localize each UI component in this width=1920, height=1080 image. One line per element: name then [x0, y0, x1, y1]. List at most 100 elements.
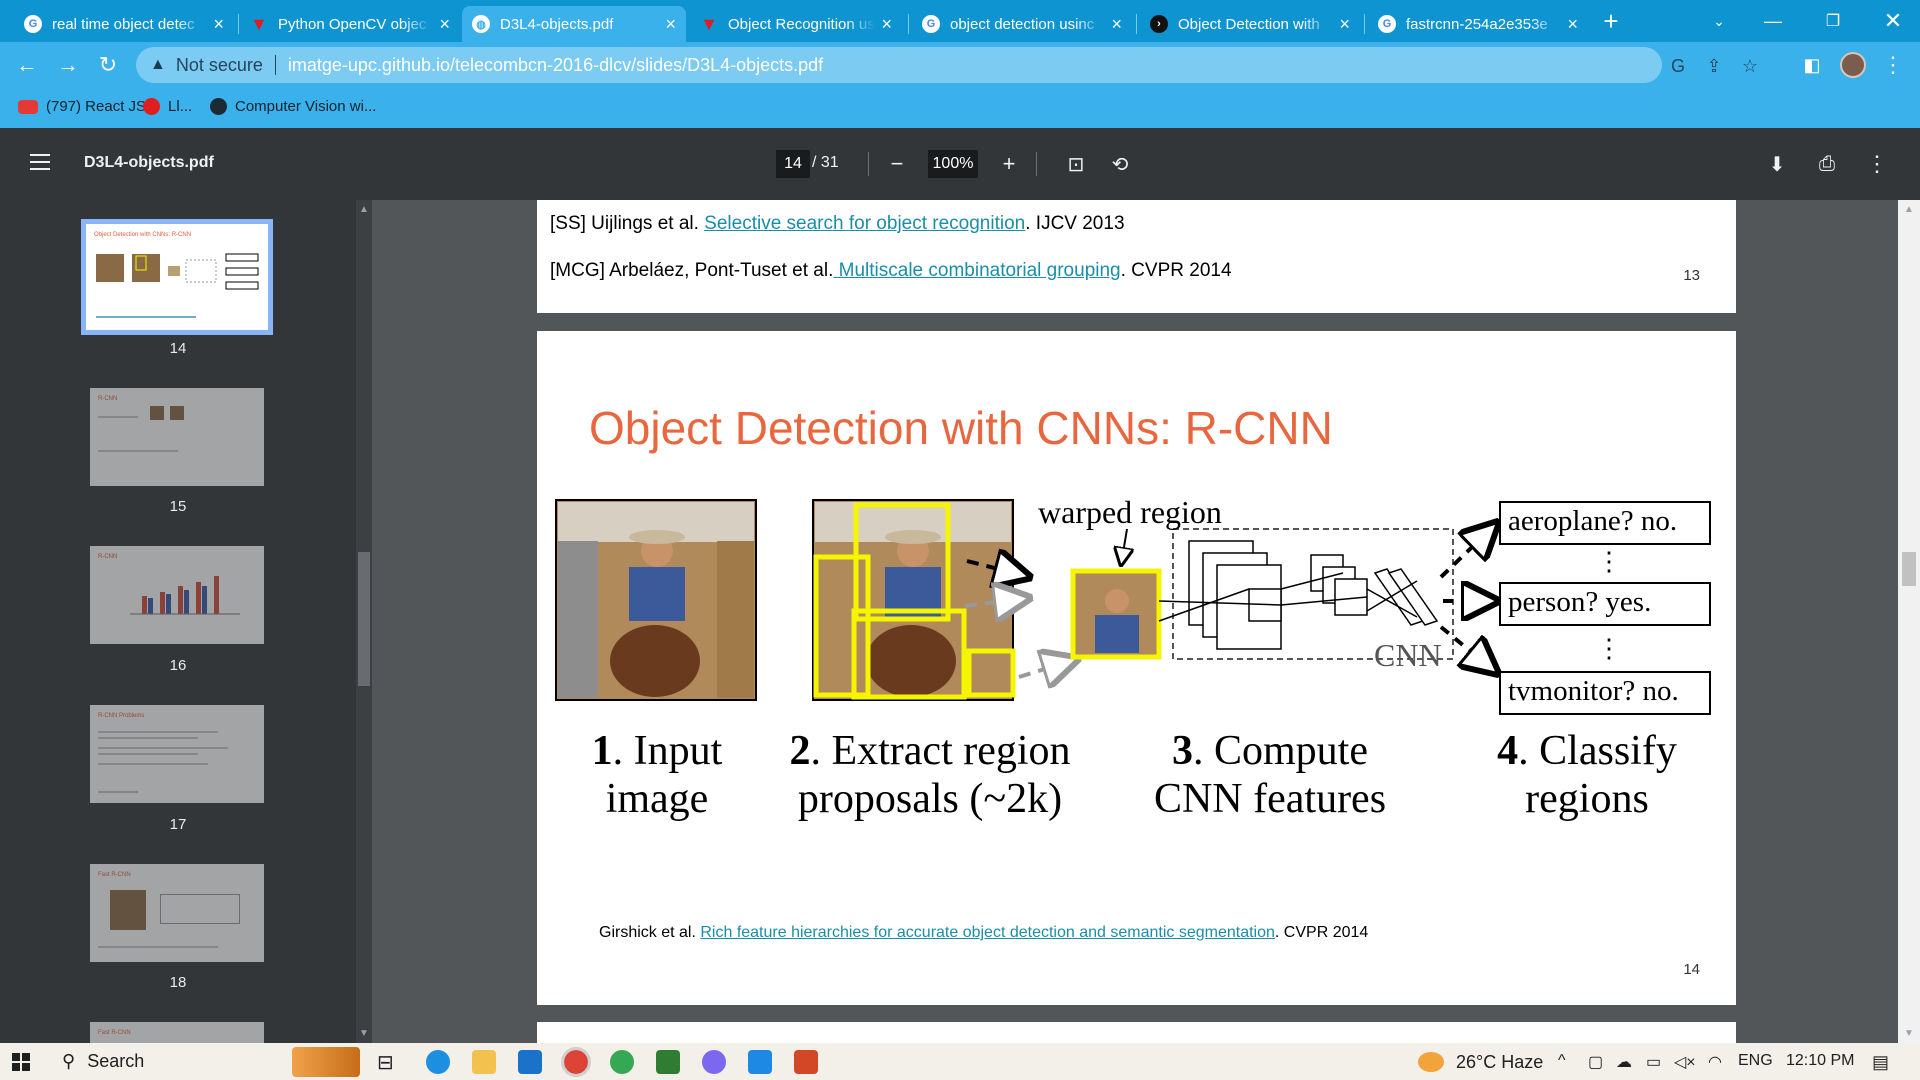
sidebar-scrollbar[interactable]: ▲ ▼	[356, 200, 372, 1043]
fit-to-page-icon[interactable]: ⊡	[1060, 148, 1092, 180]
search-highlight-image	[292, 1047, 360, 1077]
reference-link[interactable]: Multiscale combinatorial grouping	[833, 260, 1121, 281]
page-number-input[interactable]: 14	[776, 150, 810, 178]
side-panel-icon[interactable]: ◧	[1797, 50, 1827, 80]
document-scrollbar[interactable]: ▲ ▼	[1898, 200, 1920, 1043]
close-tab-icon[interactable]: ×	[439, 15, 450, 33]
thumbnail-title: Fast R-CNN	[98, 1030, 131, 1036]
vscode-icon[interactable]	[748, 1050, 772, 1074]
bookmark-react-js[interactable]: (797) React JS	[18, 98, 146, 115]
zoom-in-button[interactable]: +	[993, 148, 1025, 180]
not-secure-label[interactable]: Not secure	[176, 55, 263, 76]
onedrive-cloud-icon[interactable]: ☁	[1616, 1052, 1632, 1072]
powerpoint-icon[interactable]	[794, 1050, 818, 1074]
tab-4[interactable]: G object detection usinc ×	[912, 6, 1132, 42]
notifications-icon[interactable]: ▤	[1872, 1052, 1889, 1073]
download-icon[interactable]: ⬇	[1761, 148, 1793, 180]
reference-link[interactable]: Selective search for object recognition	[704, 213, 1025, 234]
thumbnail-number: 18	[169, 974, 187, 991]
share-icon[interactable]: ⇪	[1702, 54, 1726, 78]
app-v-icon[interactable]	[656, 1050, 680, 1074]
address-bar[interactable]: ▲ Not secure imatge-upc.github.io/teleco…	[136, 47, 1758, 83]
thumbnail-15[interactable]: R-CNN	[90, 388, 264, 486]
more-actions-icon[interactable]: ⋮	[1861, 148, 1893, 180]
tab-1[interactable]: ▼ Python OpenCV objec ×	[240, 6, 460, 42]
profile-avatar[interactable]	[1838, 50, 1868, 80]
thumbnail-17[interactable]: R-CNN Problems	[90, 705, 264, 803]
scrollbar-thumb[interactable]	[1902, 552, 1916, 586]
restore-button[interactable]: ❐	[1810, 0, 1856, 42]
volume-mute-icon[interactable]: ◁×	[1674, 1052, 1696, 1072]
citation-link[interactable]: Rich feature hierarchies for accurate ob…	[700, 924, 1275, 941]
new-tab-button[interactable]: +	[1588, 0, 1634, 42]
triangle-logo-icon: ▼	[700, 13, 718, 34]
url-text[interactable]: imatge-upc.github.io/telecombcn-2016-dlc…	[288, 55, 823, 76]
taskbar-search-box[interactable]: ⚲ Search	[52, 1043, 362, 1080]
wifi-icon[interactable]: ◠	[1708, 1052, 1722, 1072]
thumbnail-14[interactable]: Object Detection with CNNs: R-CNN	[81, 219, 273, 335]
reload-button[interactable]: ↻	[93, 50, 123, 80]
bookmark-star-icon[interactable]: ☆	[1738, 54, 1762, 78]
back-button[interactable]: ←	[12, 50, 42, 80]
scroll-down-arrow-icon[interactable]: ▼	[1904, 1028, 1914, 1039]
tab-5[interactable]: › Object Detection with ×	[1140, 6, 1360, 42]
more-menu-icon[interactable]: ⋮	[1878, 50, 1908, 80]
edge-icon[interactable]	[426, 1050, 450, 1074]
scroll-down-arrow-icon[interactable]: ▼	[359, 1028, 369, 1039]
thumbnail-number: 16	[169, 657, 187, 674]
menu-hamburger-icon[interactable]	[30, 154, 50, 172]
google-lens-icon[interactable]: G	[1666, 54, 1690, 78]
show-hidden-icons-chevron-icon[interactable]: ^	[1558, 1052, 1566, 1070]
reference-text: . CVPR 2014	[1120, 260, 1232, 281]
thumbnail-16[interactable]: R-CNN	[90, 546, 264, 644]
thumbnail-19[interactable]: Fast R-CNN	[90, 1022, 264, 1043]
windows-start-icon[interactable]	[12, 1053, 30, 1071]
close-tab-icon[interactable]: ×	[1339, 15, 1350, 33]
close-window-button[interactable]: ✕	[1870, 0, 1916, 42]
app-icon[interactable]	[702, 1050, 726, 1074]
tab-2-active[interactable]: ◍ D3L4-objects.pdf ×	[462, 6, 686, 42]
cnn-label: CNN	[1374, 637, 1442, 673]
scroll-up-arrow-icon[interactable]: ▲	[359, 204, 369, 215]
bookmark-computer-vision[interactable]: Computer Vision wi...	[210, 98, 376, 115]
forward-button[interactable]: →	[53, 50, 83, 80]
tab-6[interactable]: G fastrcnn-254a2e353e ×	[1368, 6, 1588, 42]
clock[interactable]: 12:10 PM	[1786, 1052, 1854, 1070]
zoom-out-button[interactable]: −	[881, 148, 913, 180]
thumbnail-18[interactable]: Fast R-CNN	[90, 864, 264, 962]
thumbnail-bar-chart	[130, 576, 240, 615]
close-tab-icon[interactable]: ×	[213, 15, 224, 33]
minimize-button[interactable]: —	[1750, 0, 1796, 42]
close-tab-icon[interactable]: ×	[1567, 15, 1578, 33]
input-image	[555, 499, 757, 701]
tab-title: real time object detec	[52, 15, 195, 33]
zoom-input[interactable]: 100%	[928, 150, 978, 178]
battery-icon[interactable]: ▭	[1646, 1052, 1661, 1072]
weather-text[interactable]: 26°C Haze	[1456, 1052, 1543, 1073]
thumbnail-figure	[96, 253, 259, 318]
page-number: 13	[1683, 267, 1700, 284]
chrome-profile-icon[interactable]	[610, 1050, 634, 1074]
rotate-icon[interactable]: ⟲	[1104, 148, 1136, 180]
google-icon: G	[1378, 15, 1396, 33]
tab-3[interactable]: ▼ Object Recognition us ×	[690, 6, 902, 42]
task-view-icon[interactable]: ⊟	[377, 1050, 401, 1074]
file-explorer-icon[interactable]	[472, 1050, 496, 1074]
close-tab-icon[interactable]: ×	[1111, 15, 1122, 33]
mail-icon[interactable]	[518, 1050, 542, 1074]
print-icon[interactable]: ⎙	[1811, 148, 1843, 180]
close-tab-icon[interactable]: ×	[881, 15, 892, 33]
close-tab-icon[interactable]: ×	[665, 15, 676, 33]
scrollbar-thumb[interactable]	[358, 552, 370, 686]
tab-search-chevron-icon[interactable]: ⌄	[1696, 0, 1742, 42]
chrome-icon[interactable]	[561, 1047, 591, 1077]
scroll-up-arrow-icon[interactable]: ▲	[1904, 204, 1914, 215]
tab-title: object detection usinc	[950, 15, 1095, 33]
play-circle-icon: ›	[1150, 15, 1168, 33]
weather-icon[interactable]	[1418, 1052, 1444, 1072]
thumbnail-title: R-CNN Problems	[98, 713, 145, 719]
language-indicator[interactable]: ENG	[1738, 1052, 1773, 1070]
tab-0[interactable]: G real time object detec ×	[14, 6, 234, 42]
meet-now-icon[interactable]: ▢	[1588, 1052, 1603, 1072]
bookmark-ll[interactable]: Ll...	[143, 98, 192, 115]
